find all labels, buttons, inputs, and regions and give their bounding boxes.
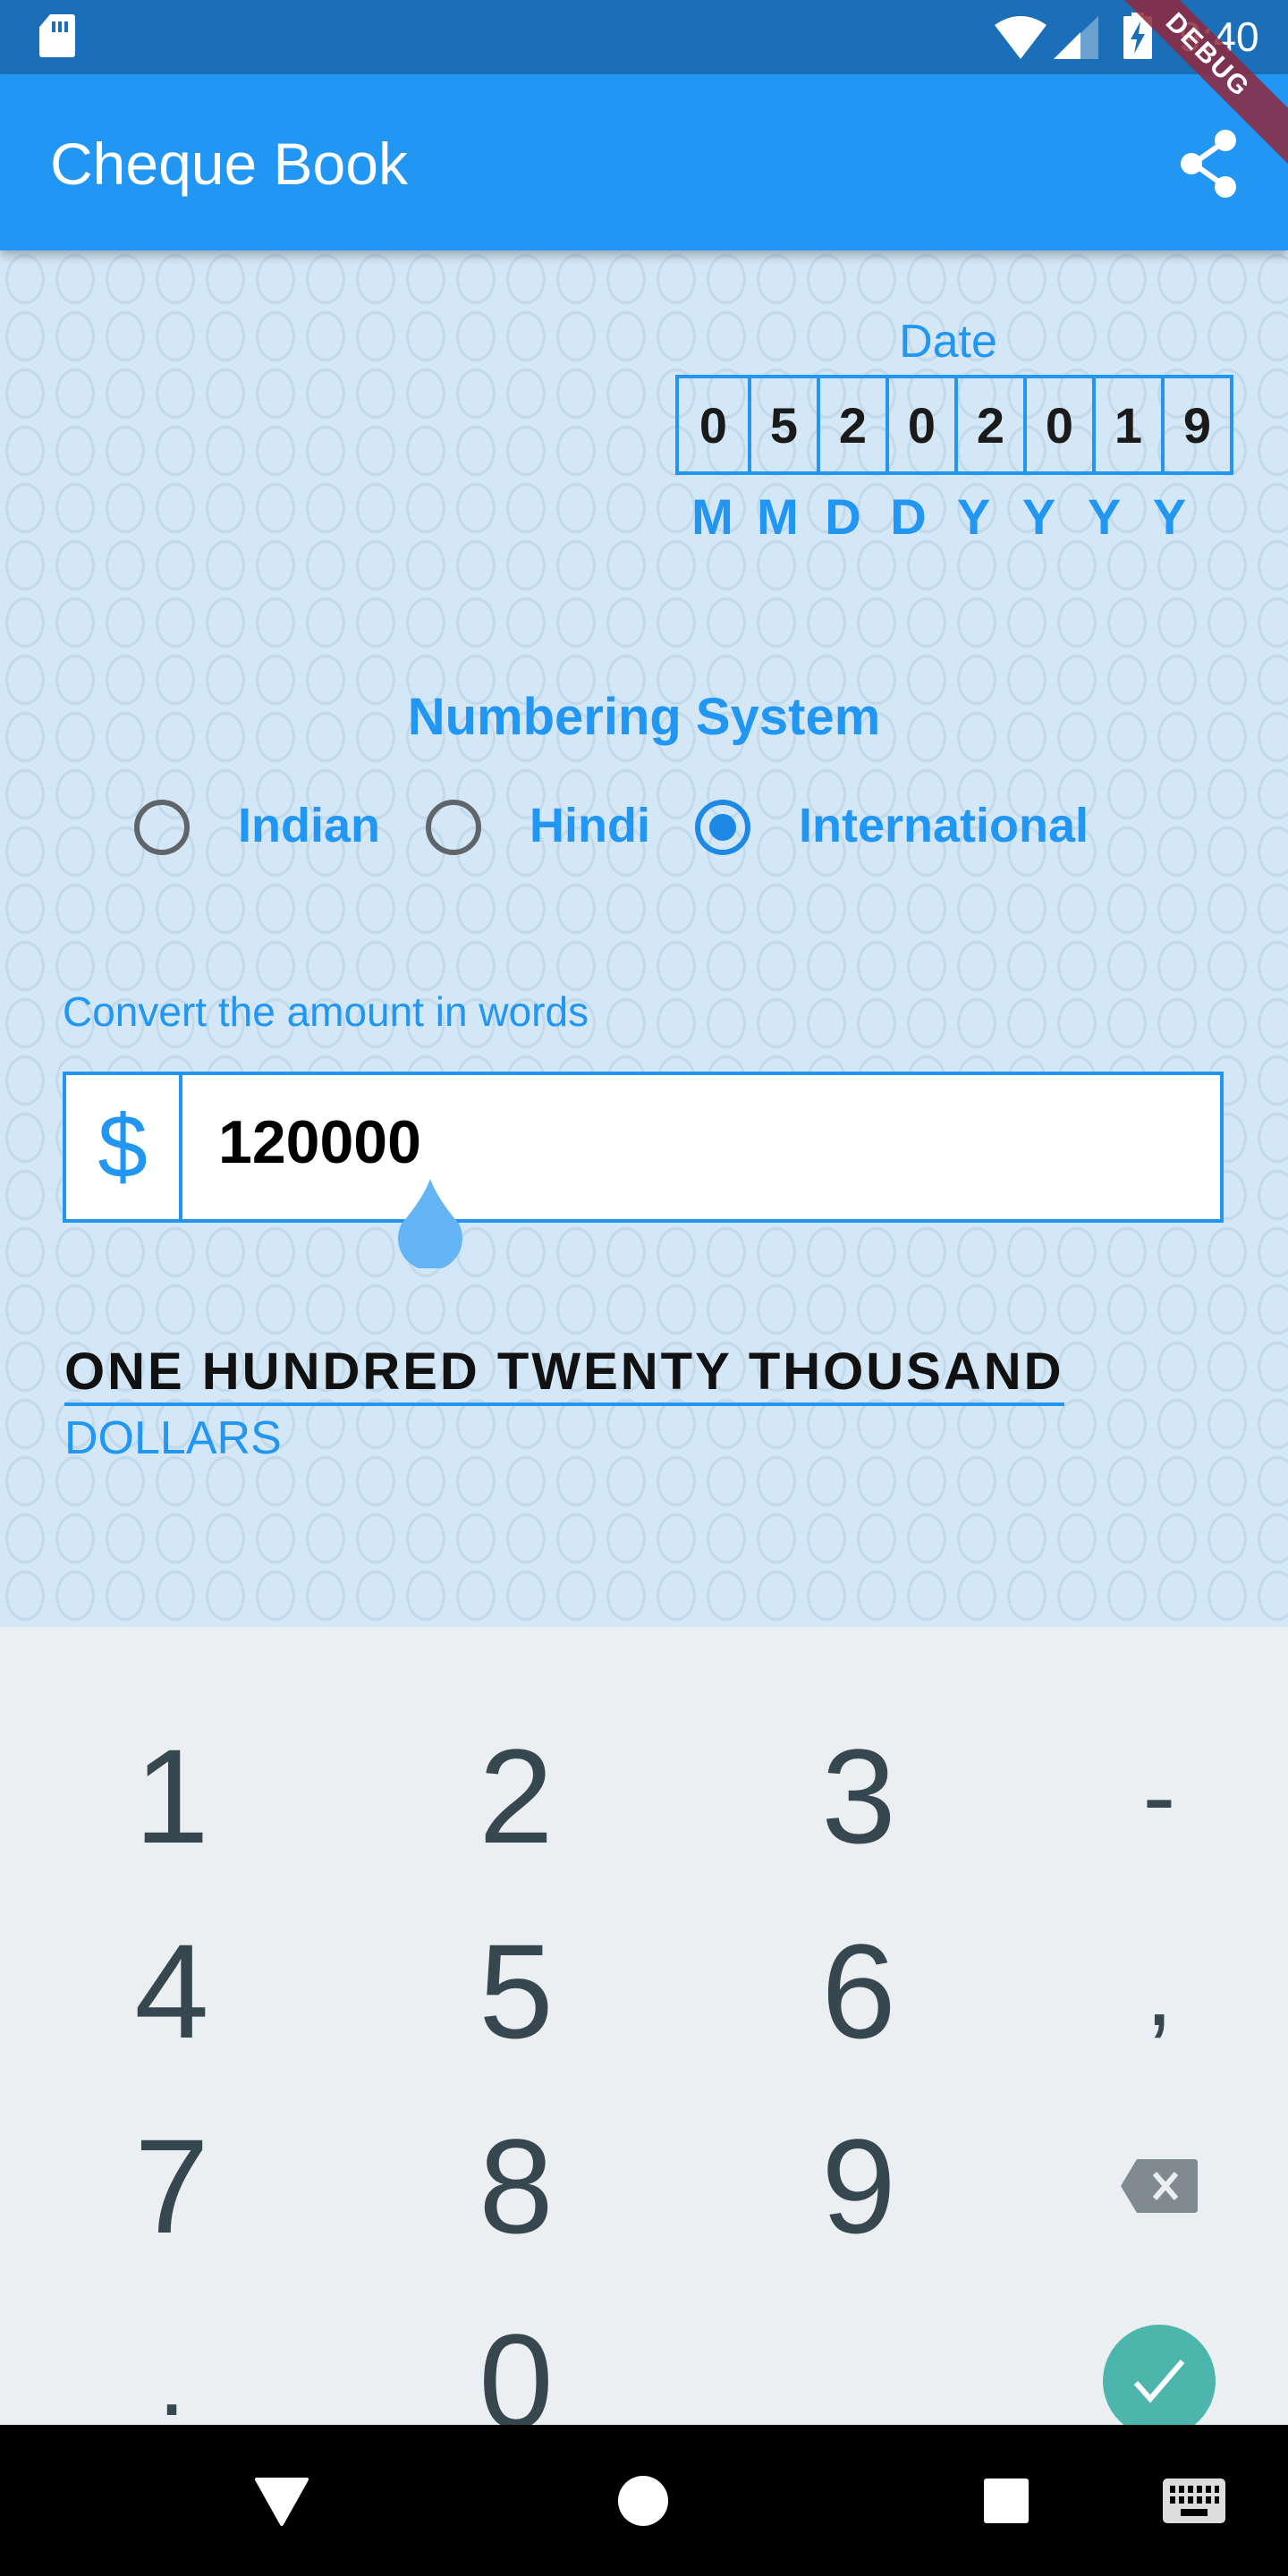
date-digit-box[interactable]: 0 [1023,378,1092,471]
key-6[interactable]: 6 [698,1894,1020,2089]
date-format-letter: M [757,488,799,545]
app-bar: Cheque Book [0,74,1288,250]
radio-label-hindi[interactable]: Hindi [530,798,650,853]
key-5[interactable]: 5 [355,1894,677,2089]
date-digit-box[interactable]: 0 [679,378,748,471]
numbering-system-title: Numbering System [407,688,881,746]
radio-international[interactable] [695,800,750,855]
signal-icon [1054,16,1098,59]
date-format-letter: Y [1087,488,1122,545]
date-format-letter: Y [1021,488,1056,545]
recents-icon [984,2479,1029,2523]
nav-back-button[interactable] [242,2461,322,2541]
status-bar: 9:40 [0,0,1288,74]
date-label: Date [899,316,997,368]
nav-recents-button[interactable] [966,2461,1046,2541]
system-nav-bar [0,2425,1288,2576]
date-digit-box[interactable]: 2 [817,378,886,471]
date-format-letter: Y [1152,488,1187,545]
date-digit-box[interactable]: 9 [1161,378,1230,471]
date-digit-box[interactable]: 2 [954,378,1023,471]
amount-field[interactable]: $ [63,1072,1224,1223]
radio-indian[interactable] [134,800,190,855]
date-format-letter: Y [956,488,991,545]
date-format-labels: M M D D Y Y Y Y [680,487,1202,546]
keyboard-switch-icon [1163,2479,1225,2523]
date-format-letter: D [890,488,927,545]
home-icon [618,2476,668,2526]
nav-keyboard-switch-button[interactable] [1154,2461,1234,2541]
date-digit-box[interactable]: 5 [748,378,817,471]
key-8[interactable]: 8 [355,2089,677,2284]
wifi-icon [995,16,1046,59]
radio-label-indian[interactable]: Indian [238,798,380,853]
text-cursor-handle[interactable] [396,1179,464,1268]
amount-label: Convert the amount in words [63,988,589,1035]
key-3[interactable]: 3 [698,1699,1020,1894]
amount-input[interactable] [218,1107,1113,1177]
nav-home-button[interactable] [603,2461,683,2541]
date-digit-box[interactable]: 0 [886,378,954,471]
amount-in-words: ONE HUNDRED TWENTY THOUSAND [64,1343,1064,1406]
key-minus[interactable]: - [998,1699,1288,1894]
key-2[interactable]: 2 [355,1699,677,1894]
key-backspace[interactable] [998,2089,1288,2284]
key-7[interactable]: 7 [11,2089,333,2284]
cheque-content: Date 0 5 2 0 2 0 1 9 M M D D Y Y Y Y Num… [0,250,1288,1627]
key-9[interactable]: 9 [698,2089,1020,2284]
currency-symbol: $ [66,1075,182,1219]
back-icon [255,2478,309,2526]
date-format-letter: D [825,488,861,545]
done-button[interactable] [1103,2325,1216,2437]
date-digit-box[interactable]: 1 [1092,378,1161,471]
numbering-system-radio-group: Indian Hindi International [0,794,1288,862]
check-icon [1133,2360,1185,2403]
numeric-keyboard: 1 2 3 - 4 5 6 , 7 8 9 . 0 _ [0,1627,1288,2456]
key-comma[interactable]: , [998,1894,1288,2089]
currency-name: DOLLARS [64,1412,282,1464]
sd-card-icon [39,14,75,57]
backspace-icon [1121,2159,1198,2213]
date-input[interactable]: 0 5 2 0 2 0 1 9 [675,375,1233,475]
key-1[interactable]: 1 [11,1699,333,1894]
radio-label-international[interactable]: International [799,798,1089,853]
app-title: Cheque Book [50,131,408,197]
share-icon[interactable] [1172,126,1247,201]
date-format-letter: M [691,488,733,545]
key-4[interactable]: 4 [11,1894,333,2089]
radio-hindi[interactable] [426,800,481,855]
